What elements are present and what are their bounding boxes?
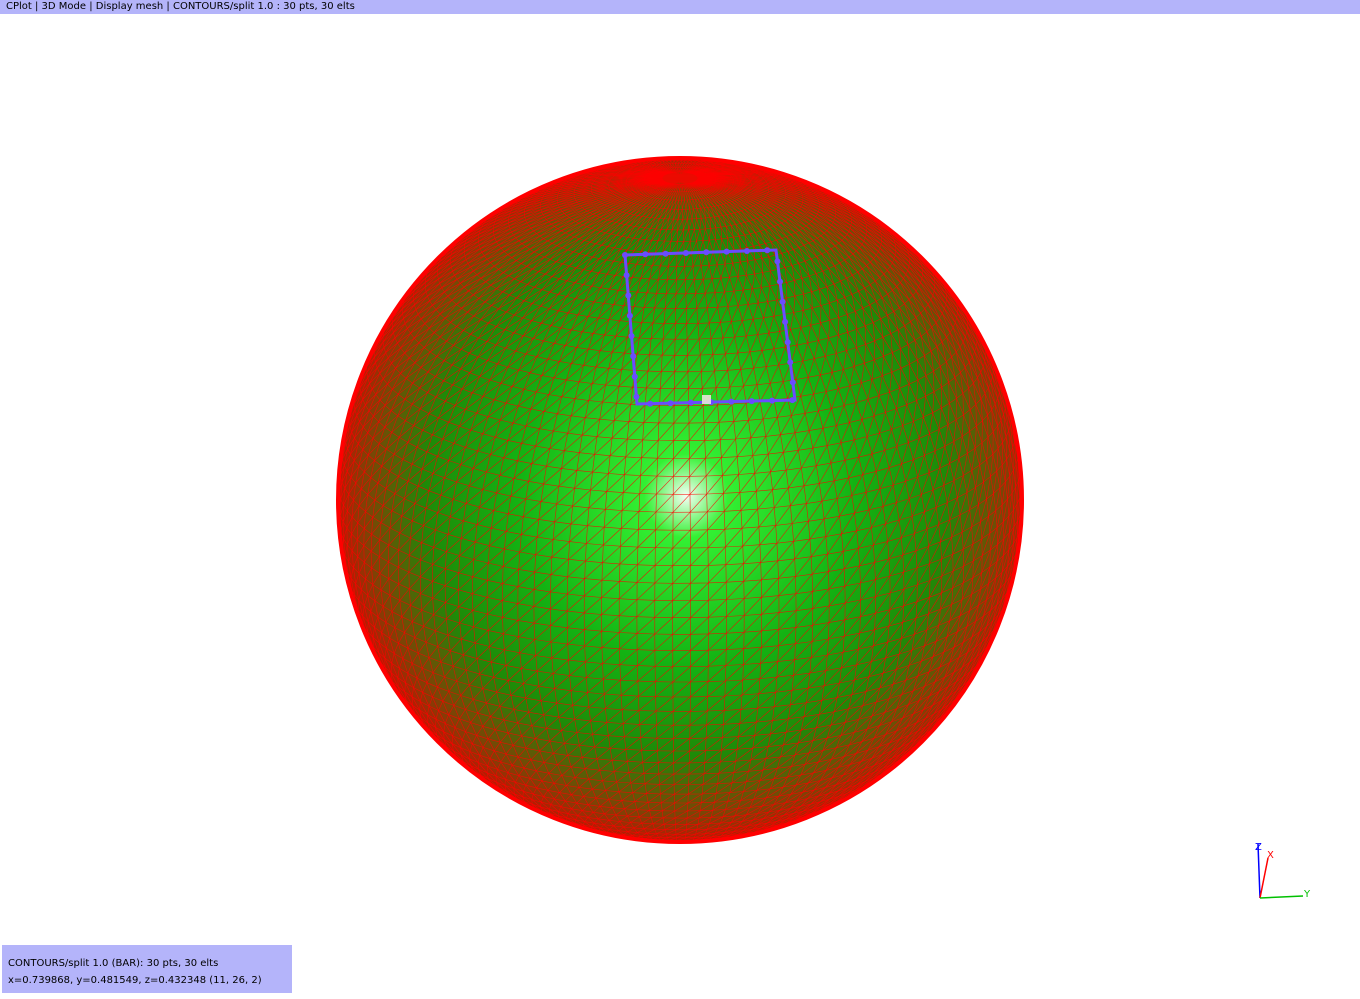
window-title: CPlot | 3D Mode | Display mesh | CONTOUR…	[6, 1, 355, 12]
contour-point[interactable]	[774, 258, 781, 265]
contour-point[interactable]	[787, 359, 794, 366]
contour-point[interactable]	[626, 312, 633, 319]
contour-point[interactable]	[723, 248, 730, 255]
contour-point[interactable]	[769, 397, 776, 404]
contour-point[interactable]	[642, 251, 649, 258]
scene-canvas[interactable]: Z X Y	[0, 14, 1360, 999]
x-axis-line	[1259, 857, 1269, 899]
contour-point[interactable]	[662, 250, 669, 257]
contour-point[interactable]	[703, 249, 710, 256]
contour-point[interactable]	[622, 252, 628, 258]
contour-point[interactable]	[748, 398, 755, 405]
y-axis-line	[1259, 895, 1304, 899]
contour-point[interactable]	[625, 292, 632, 299]
contour-point[interactable]	[764, 247, 771, 254]
info-picked-coordinates: x=0.739868, y=0.481549, z=0.432348 (11, …	[8, 975, 262, 986]
contour-point[interactable]	[782, 318, 789, 325]
contour-point[interactable]	[777, 278, 783, 285]
picked-point-marker	[702, 395, 711, 404]
3d-viewport[interactable]: Z X Y	[0, 14, 1360, 999]
contour-point[interactable]	[631, 373, 638, 380]
z-axis-label: Z	[1255, 842, 1262, 853]
contour-point[interactable]	[630, 353, 637, 360]
contour-point[interactable]	[633, 393, 640, 400]
axes-triad: Z X Y	[1255, 842, 1311, 900]
contour-point[interactable]	[743, 248, 750, 254]
contour-point[interactable]	[687, 399, 694, 406]
contour-point[interactable]	[779, 298, 786, 305]
contour-point[interactable]	[784, 339, 791, 346]
y-axis-label: Y	[1303, 889, 1311, 900]
contour-point[interactable]	[728, 398, 735, 405]
contour-point[interactable]	[623, 272, 630, 279]
contour-point[interactable]	[628, 333, 635, 339]
window-title-bar: CPlot | 3D Mode | Display mesh | CONTOUR…	[0, 0, 1360, 14]
x-axis-label: X	[1267, 850, 1274, 861]
info-panel: CONTOURS/split 1.0 (BAR): 30 pts, 30 elt…	[2, 945, 292, 993]
contour-point[interactable]	[682, 250, 689, 256]
contour-point[interactable]	[667, 400, 674, 407]
contour-point[interactable]	[647, 400, 654, 407]
info-zone-summary: CONTOURS/split 1.0 (BAR): 30 pts, 30 elt…	[8, 958, 219, 969]
contour-point[interactable]	[789, 397, 796, 404]
contour-point[interactable]	[789, 379, 796, 386]
